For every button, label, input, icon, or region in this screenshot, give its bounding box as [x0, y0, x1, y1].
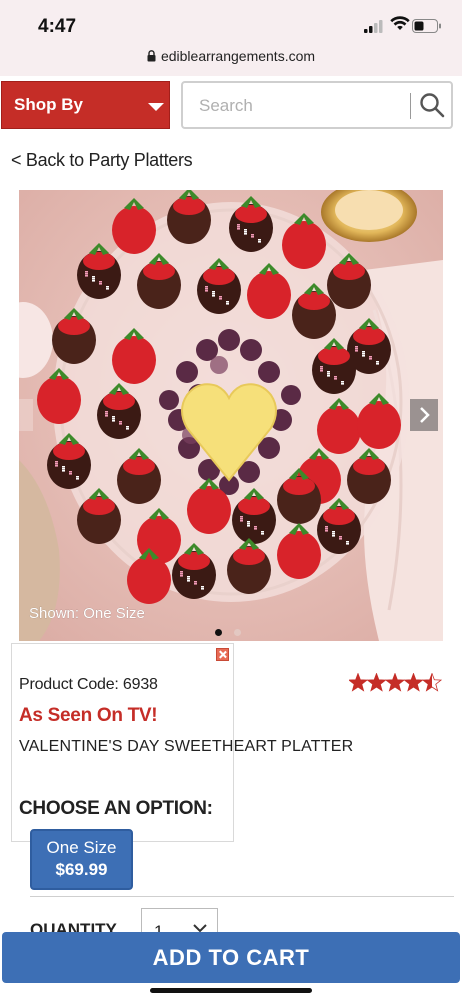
add-to-cart-button[interactable]: ADD TO CART: [2, 932, 460, 983]
photo-caption: Shown: One Size: [29, 605, 145, 622]
home-indicator[interactable]: [150, 988, 312, 993]
carousel-dot[interactable]: [234, 629, 241, 636]
search-divider: [410, 93, 411, 119]
status-bar: 4:47 ediblearrangements.com: [0, 0, 462, 76]
star-icon: [421, 673, 443, 692]
address-bar[interactable]: ediblearrangements.com: [0, 48, 462, 64]
carousel-dots: [215, 623, 253, 641]
carousel-next-button[interactable]: [410, 399, 438, 431]
rating-stars[interactable]: [349, 673, 443, 693]
wifi-icon: [390, 16, 410, 30]
divider: [30, 896, 454, 897]
carousel-prev-button[interactable]: [19, 399, 33, 431]
star-icon: [366, 673, 387, 692]
battery-icon: [412, 19, 441, 33]
shop-by-label: Shop By: [14, 95, 83, 114]
choose-option-heading: CHOOSE AN OPTION:: [19, 798, 213, 819]
clock: 4:47: [38, 16, 77, 37]
product-code: Product Code: 6938: [19, 676, 158, 693]
as-seen-on-tv-badge: As Seen On TV!: [19, 705, 158, 726]
star-icon: [384, 673, 406, 692]
star-icon: [403, 673, 424, 692]
search-icon[interactable]: [419, 92, 445, 118]
search-box[interactable]: [181, 81, 453, 129]
product-photo: Shown: One Size: [19, 190, 443, 641]
chevron-right-icon: [420, 407, 430, 423]
shop-by-dropdown[interactable]: Shop By: [1, 81, 170, 129]
lock-icon: [147, 50, 156, 62]
close-icon[interactable]: [216, 648, 229, 661]
back-to-party-platters-link[interactable]: < Back to Party Platters: [11, 150, 193, 171]
url-text: ediblearrangements.com: [160, 48, 316, 64]
star-icon: [349, 673, 369, 692]
cellular-signal-icon: [364, 20, 383, 33]
option-one-size-button[interactable]: One Size $69.99: [30, 829, 133, 890]
carousel-dot-active[interactable]: [215, 629, 222, 636]
caret-down-icon: [148, 103, 164, 111]
product-image-carousel[interactable]: Shown: One Size: [19, 190, 443, 641]
option-price: $69.99: [55, 860, 108, 879]
option-name: One Size: [46, 838, 117, 857]
product-name: VALENTINE'S DAY SWEETHEART PLATTER: [19, 738, 354, 755]
search-input[interactable]: [197, 92, 391, 120]
